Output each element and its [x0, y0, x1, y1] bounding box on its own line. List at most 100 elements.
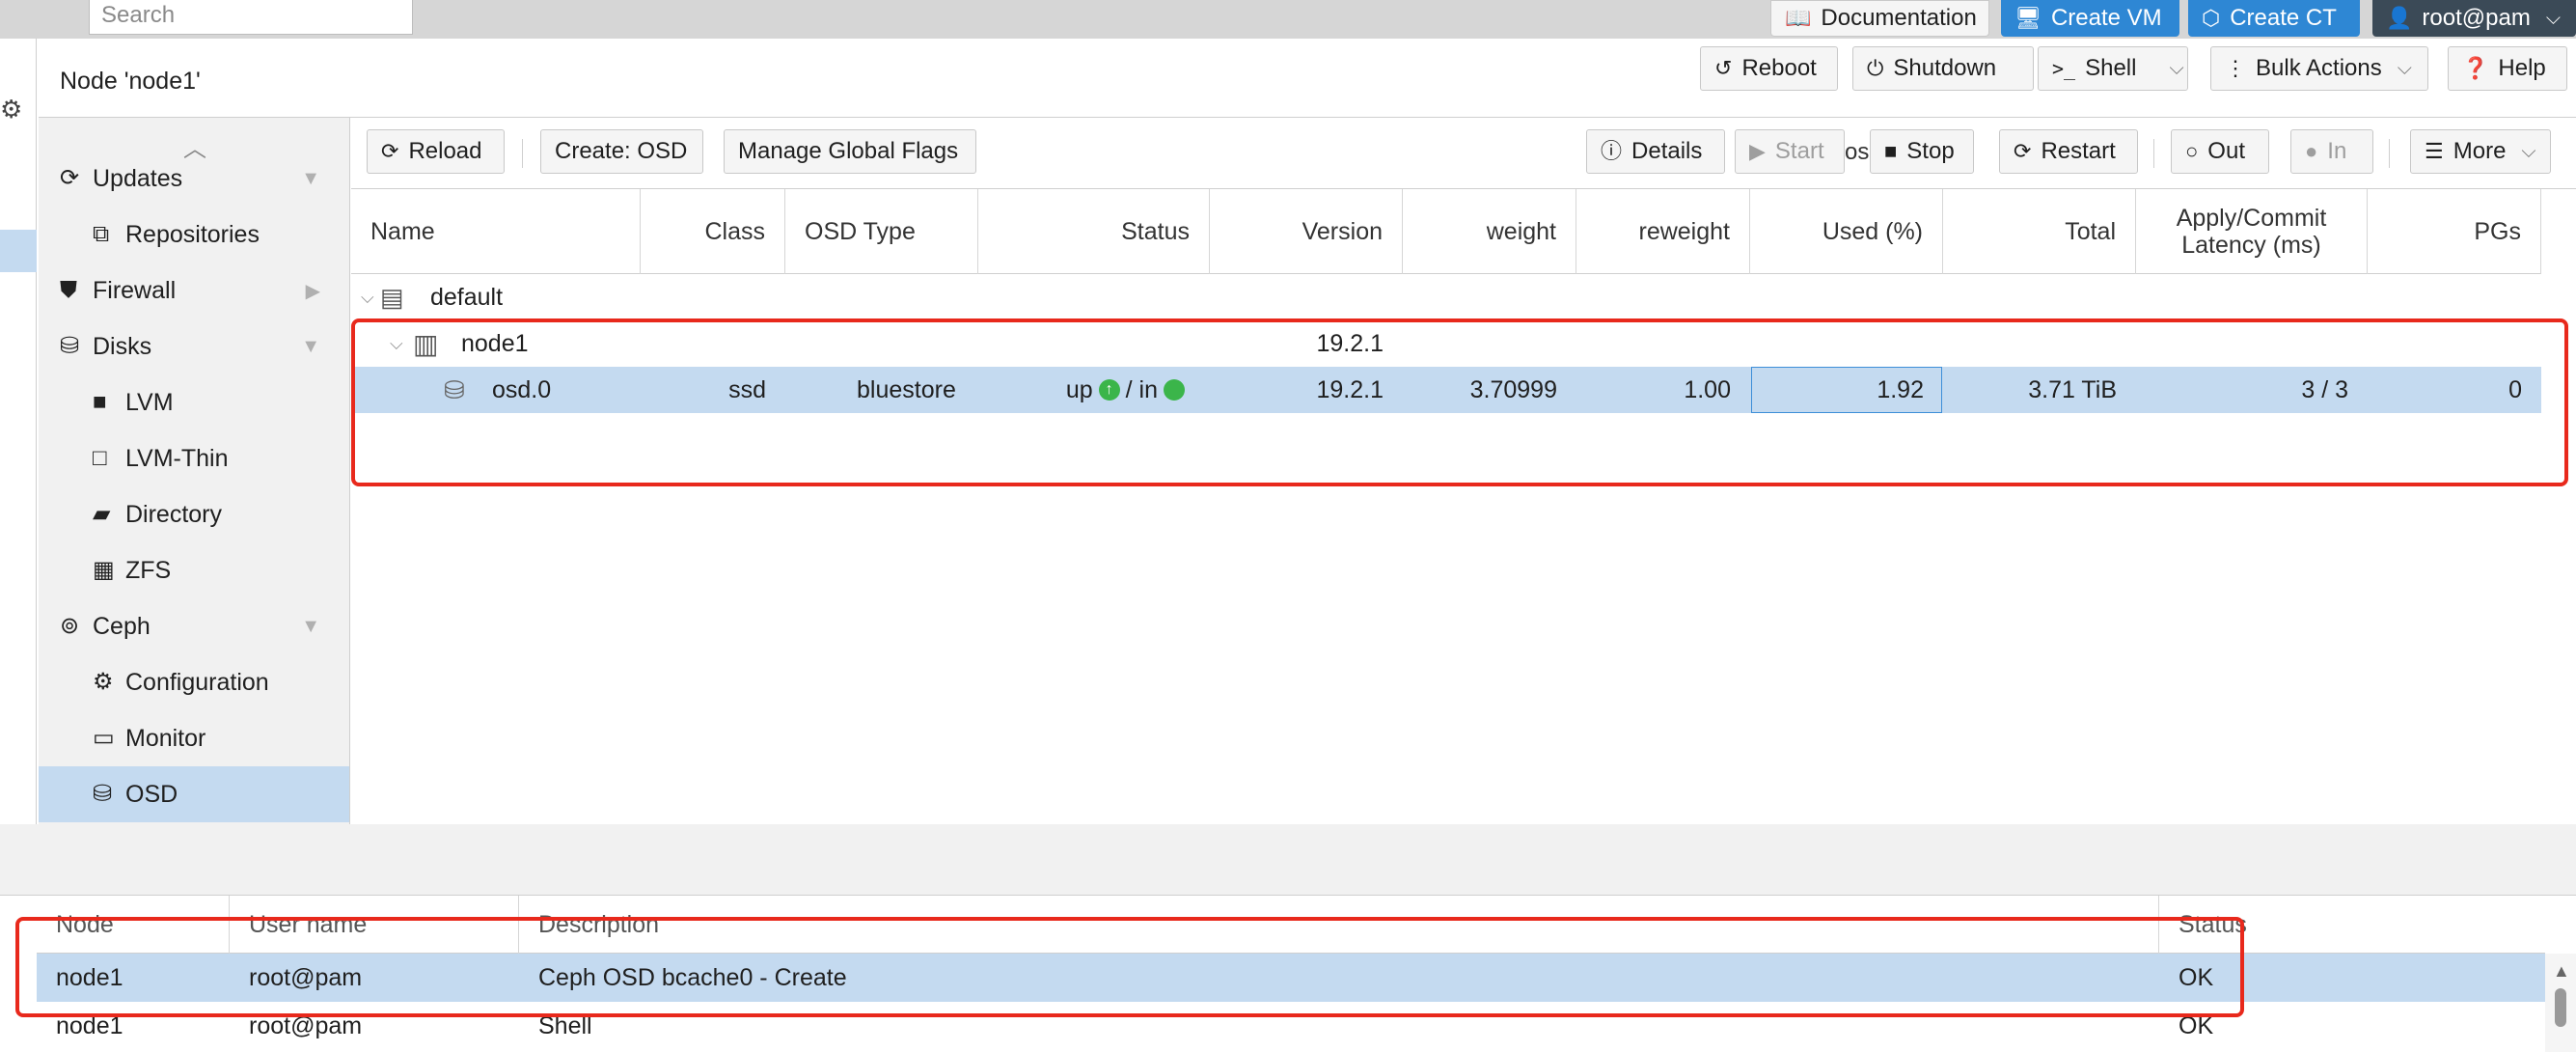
bulk-actions-button[interactable]: ⋮ Bulk Actions ⌵: [2210, 46, 2428, 91]
chevron-down-icon[interactable]: ▼: [301, 168, 320, 190]
nav-item-monitor[interactable]: ▭ Monitor: [39, 710, 349, 766]
stop-icon: ■: [1884, 139, 1898, 163]
info-icon: ⓘ: [1601, 139, 1623, 163]
panel-divider: [0, 824, 2576, 896]
power-icon: ⏻: [1867, 56, 1884, 80]
square-icon: ■: [93, 389, 107, 415]
column-header-name[interactable]: Name: [351, 189, 641, 274]
repositories-icon: ⧉: [93, 221, 110, 247]
help-icon: ❓: [2462, 56, 2489, 80]
resource-tree-selected-node[interactable]: [0, 230, 37, 272]
documentation-button[interactable]: 📖 Documentation: [1770, 0, 1989, 37]
chevron-right-icon[interactable]: ▶: [306, 279, 320, 303]
chevron-down-icon: ⌵: [2397, 57, 2412, 79]
column-header-total[interactable]: Total: [1943, 189, 2136, 274]
nav-item-repositories[interactable]: ⧉ Repositories: [39, 207, 349, 263]
column-header-latency[interactable]: Apply/Commit Latency (ms): [2136, 189, 2368, 274]
column-header-version[interactable]: Version: [1210, 189, 1403, 274]
nav-item-disks[interactable]: ⛁ Disks ▼: [39, 318, 349, 374]
tree-row-root[interactable]: ⌵ ▤ default: [351, 274, 2541, 320]
stop-button[interactable]: ■ Stop: [1870, 129, 1974, 174]
reload-button[interactable]: ⟳ Reload: [367, 129, 505, 174]
play-icon: ▶: [1749, 139, 1766, 163]
user-menu-button[interactable]: 👤 root@pam ⌵: [2372, 0, 2576, 37]
shield-icon: ⛊: [60, 277, 77, 303]
chevron-down-icon[interactable]: ▼: [301, 616, 320, 638]
grid-header: Name Class OSD Type Status Version weigh…: [351, 189, 2541, 274]
highlight-annotation: [351, 318, 2568, 486]
osd-tree-grid: Name Class OSD Type Status Version weigh…: [351, 189, 2576, 824]
scroll-thumb[interactable]: [2555, 988, 2566, 1027]
nav-item-lvm[interactable]: ■ LVM: [39, 374, 349, 430]
tree-row-label: default: [430, 283, 504, 311]
ceph-icon: ⊚: [60, 613, 80, 639]
refresh-icon: ⟳: [60, 165, 80, 191]
restart-button[interactable]: ⟳ Restart: [1999, 129, 2138, 174]
nav-item-directory[interactable]: ▰ Directory: [39, 486, 349, 542]
terminal-icon: >_: [2052, 57, 2076, 80]
monitor-icon: ▭: [93, 725, 115, 751]
reboot-button[interactable]: ↺ Reboot: [1700, 46, 1838, 91]
gear-icon: ⚙: [93, 669, 114, 695]
manage-global-flags-button[interactable]: Manage Global Flags: [724, 129, 976, 174]
task-log-scrollbar[interactable]: ▲: [2545, 954, 2576, 1052]
ellipsis-vertical-icon: ⋮: [2225, 56, 2246, 80]
nav-item-updates[interactable]: ⟳ Updates ▼: [39, 151, 349, 207]
chevron-down-icon[interactable]: ▼: [301, 336, 320, 358]
nav-item-lvm-thin[interactable]: □ LVM-Thin: [39, 430, 349, 486]
nav-item-osd[interactable]: ⛁ OSD: [39, 766, 349, 822]
shell-button[interactable]: >_ Shell ⌵: [2038, 46, 2188, 91]
create-osd-button[interactable]: Create: OSD: [540, 129, 703, 174]
folder-icon: ▰: [93, 501, 111, 527]
book-icon: 📖: [1785, 6, 1812, 30]
circle-icon: ●: [2305, 139, 2318, 163]
circle-outline-icon: ○: [2185, 139, 2199, 163]
column-header-weight[interactable]: weight: [1403, 189, 1576, 274]
nav-item-firewall[interactable]: ⛊ Firewall ▶: [39, 263, 349, 318]
toolbar-separator: [2153, 139, 2154, 168]
cube-icon: ⬡: [2202, 6, 2221, 30]
details-button[interactable]: ⓘ Details: [1586, 129, 1725, 174]
osd-toolbar: ⟳ Reload Create: OSD Manage Global Flags…: [351, 118, 2576, 189]
chevron-down-icon[interactable]: ⌵: [2169, 58, 2183, 80]
column-header-reweight[interactable]: reweight: [1576, 189, 1750, 274]
scroll-up-icon[interactable]: ▲: [2553, 961, 2570, 982]
nav-item-configuration[interactable]: ⚙ Configuration: [39, 654, 349, 710]
toolbar-separator: [2389, 139, 2390, 168]
column-header-status[interactable]: Status: [978, 189, 1210, 274]
node-title-bar: Node 'node1' ↺ Reboot ⏻ Shutdown >_ Shel…: [39, 46, 2576, 118]
refresh-icon: ⟳: [2014, 139, 2032, 163]
user-icon: 👤: [2386, 6, 2413, 30]
create-ct-button[interactable]: ⬡ Create CT: [2188, 0, 2360, 37]
resource-tree-collapsed: ⚙: [0, 39, 37, 824]
column-header-pgs[interactable]: PGs: [2368, 189, 2541, 274]
more-button[interactable]: ☰ More ⌵: [2410, 129, 2551, 174]
search-input[interactable]: Search: [89, 0, 413, 35]
chevron-down-icon: ⌵: [2521, 140, 2536, 162]
server-rack-icon: ▤: [380, 282, 404, 312]
column-header-used[interactable]: Used (%): [1750, 189, 1943, 274]
square-outline-icon: □: [93, 445, 107, 471]
collapse-icon[interactable]: ⌵: [361, 274, 374, 320]
grid-icon: ▦: [93, 557, 115, 583]
chevron-down-icon: ⌵: [2545, 8, 2561, 29]
menu-icon: ☰: [2425, 139, 2444, 163]
shutdown-button[interactable]: ⏻ Shutdown: [1852, 46, 2034, 91]
start-button[interactable]: ▶ Start: [1735, 129, 1845, 174]
nav-item-zfs[interactable]: ▦ ZFS: [39, 542, 349, 598]
toolbar-separator: [522, 139, 523, 168]
disk-icon: ⛁: [93, 781, 113, 807]
undo-icon: ↺: [1714, 56, 1733, 80]
help-button[interactable]: ❓ Help: [2448, 46, 2567, 91]
in-button[interactable]: ● In: [2290, 129, 2373, 174]
column-header-class[interactable]: Class: [641, 189, 785, 274]
monitor-icon: 🖥: [2014, 6, 2042, 30]
column-header-osd-type[interactable]: OSD Type: [785, 189, 978, 274]
nav-item-ceph[interactable]: ⊚ Ceph ▼: [39, 598, 349, 654]
disk-icon: ⛁: [60, 333, 80, 359]
refresh-icon: ⟳: [381, 139, 399, 163]
gear-icon[interactable]: ⚙: [0, 95, 25, 124]
create-vm-button[interactable]: 🖥 Create VM: [2001, 0, 2179, 37]
out-button[interactable]: ○ Out: [2171, 129, 2269, 174]
highlight-annotation: [15, 917, 2244, 1017]
